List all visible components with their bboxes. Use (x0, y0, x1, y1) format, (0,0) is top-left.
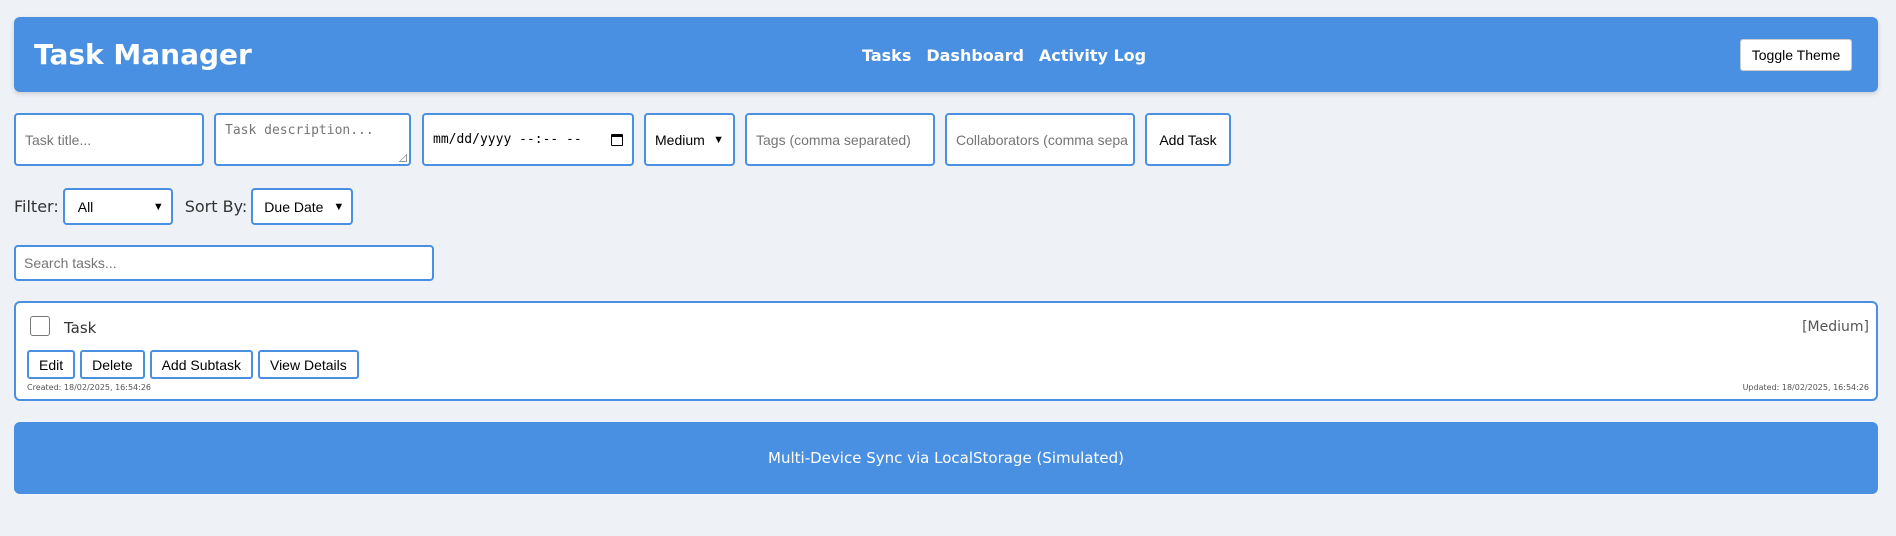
search-placeholder: Search tasks... (24, 255, 117, 271)
toggle-theme-button[interactable]: Toggle Theme (1740, 39, 1852, 71)
app-title: Task Manager (34, 38, 252, 71)
add-subtask-button[interactable]: Add Subtask (149, 350, 253, 379)
task-complete-checkbox[interactable] (30, 316, 50, 336)
calendar-icon[interactable] (611, 133, 623, 146)
filter-bar: Filter: All ▼ Sort By: Due Date ▼ (14, 188, 354, 225)
filter-select-value: All (77, 198, 94, 215)
sync-footer: Multi-Device Sync via LocalStorage (Simu… (14, 422, 1878, 494)
task-description-textarea[interactable]: Task description... (214, 113, 411, 166)
chevron-down-icon: ▼ (333, 200, 345, 213)
add-task-label: Add Task (1159, 131, 1217, 148)
add-task-button[interactable]: Add Task (1145, 113, 1231, 166)
task-title-placeholder: Task title... (25, 131, 92, 148)
due-date-placeholder: mm/dd/yyyy --:-- -- (433, 132, 582, 147)
sort-label: Sort By: (184, 197, 248, 216)
task-title: Task (64, 319, 97, 337)
collaborators-placeholder: Collaborators (comma sepa (956, 131, 1128, 148)
task-item: Task [Medium] Edit Delete Add Subtask Vi… (14, 301, 1878, 401)
task-description-placeholder: Task description... (225, 123, 374, 138)
search-input[interactable]: Search tasks... (14, 245, 434, 281)
tags-placeholder: Tags (comma separated) (756, 131, 911, 148)
task-created-timestamp: Created: 18/02/2025, 16:54:26 (27, 383, 152, 392)
view-details-button[interactable]: View Details (257, 350, 359, 379)
footer-text: Multi-Device Sync via LocalStorage (Simu… (768, 449, 1124, 467)
nav-activity-log[interactable]: Activity Log (1039, 46, 1146, 65)
app-header: Task Manager Tasks Dashboard Activity Lo… (14, 17, 1878, 92)
delete-button[interactable]: Delete (80, 350, 145, 379)
priority-select[interactable]: Medium ▼ (644, 113, 735, 166)
task-priority: [Medium] (1802, 319, 1869, 335)
task-title-input[interactable]: Task title... (14, 113, 204, 166)
filter-select[interactable]: All ▼ (62, 188, 173, 225)
edit-button[interactable]: Edit (27, 350, 76, 379)
task-updated-timestamp: Updated: 18/02/2025, 16:54:26 (1742, 383, 1869, 392)
task-actions: Edit Delete Add Subtask View Details (27, 350, 359, 379)
filter-label: Filter: (14, 197, 59, 216)
sort-select-value: Due Date (264, 198, 324, 215)
nav-dashboard[interactable]: Dashboard (926, 46, 1024, 65)
due-date-input[interactable]: mm/dd/yyyy --:-- -- (422, 113, 634, 166)
sort-select[interactable]: Due Date ▼ (251, 188, 354, 225)
resize-handle-icon[interactable] (399, 154, 407, 162)
main-nav: Tasks Dashboard Activity Log (862, 46, 1146, 65)
priority-select-value: Medium (655, 131, 705, 148)
collaborators-input[interactable]: Collaborators (comma sepa (945, 113, 1135, 166)
chevron-down-icon: ▼ (713, 133, 724, 146)
chevron-down-icon: ▼ (152, 200, 164, 213)
nav-tasks[interactable]: Tasks (862, 46, 911, 65)
tags-input[interactable]: Tags (comma separated) (745, 113, 935, 166)
